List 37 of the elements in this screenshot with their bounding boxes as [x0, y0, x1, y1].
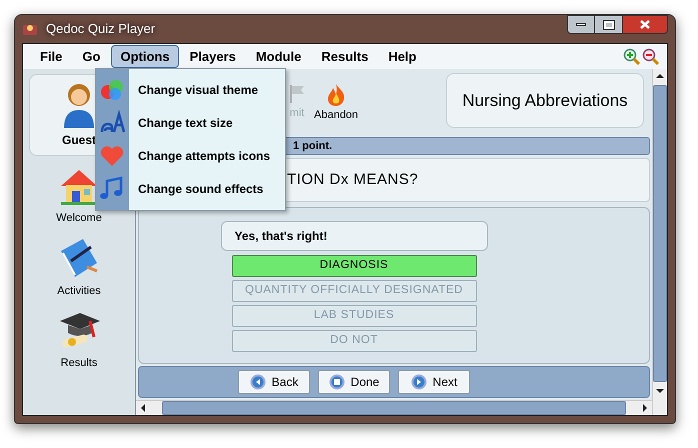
user-name: Guest: [62, 132, 96, 149]
feedback-card: Yes, that's right!: [220, 221, 488, 251]
app-icon: [22, 22, 38, 36]
close-icon: [640, 20, 650, 29]
toolbar-button[interactable]: Abandon: [314, 83, 358, 124]
sidebar-item[interactable]: Activities: [57, 236, 101, 299]
menu-item[interactable]: Go: [73, 44, 110, 68]
dropdown-item[interactable]: Change text size: [98, 106, 285, 139]
nav-button[interactable]: Back: [238, 370, 310, 394]
menu-item[interactable]: Players: [180, 44, 245, 68]
vertical-scrollbar[interactable]: [652, 69, 667, 415]
menu-item[interactable]: Results: [312, 44, 378, 68]
zoom-in-icon[interactable]: [623, 48, 640, 65]
forward-icon: [410, 374, 427, 390]
minimize-button[interactable]: [567, 15, 595, 34]
heart-icon: [99, 145, 125, 168]
menu-item[interactable]: Help: [379, 44, 426, 68]
dropdown-item[interactable]: Change visual theme: [98, 74, 285, 106]
answer-option[interactable]: DIAGNOSIS: [232, 255, 476, 277]
scroll-thumb[interactable]: [653, 85, 667, 382]
back-icon: [250, 374, 266, 390]
horizontal-scrollbar[interactable]: [136, 400, 652, 415]
window-title: Qedoc Quiz Player: [46, 20, 156, 38]
scroll-thumb[interactable]: [162, 401, 626, 415]
stop-icon: [328, 374, 345, 390]
nav-button[interactable]: Next: [398, 370, 470, 394]
zoom-out-icon[interactable]: [642, 48, 659, 65]
close-button[interactable]: [622, 15, 668, 34]
menu-item[interactable]: File: [31, 44, 72, 68]
sidebar-item[interactable]: Results: [56, 309, 102, 372]
menu-item[interactable]: Module: [246, 44, 310, 68]
user-avatar-icon: [62, 82, 96, 128]
circles-icon: [99, 78, 125, 102]
module-title-card: Nursing Abbreviations: [446, 73, 644, 128]
nav-button[interactable]: Done: [318, 370, 390, 394]
menu-item[interactable]: Options: [111, 44, 179, 68]
maximize-button[interactable]: [595, 15, 622, 34]
